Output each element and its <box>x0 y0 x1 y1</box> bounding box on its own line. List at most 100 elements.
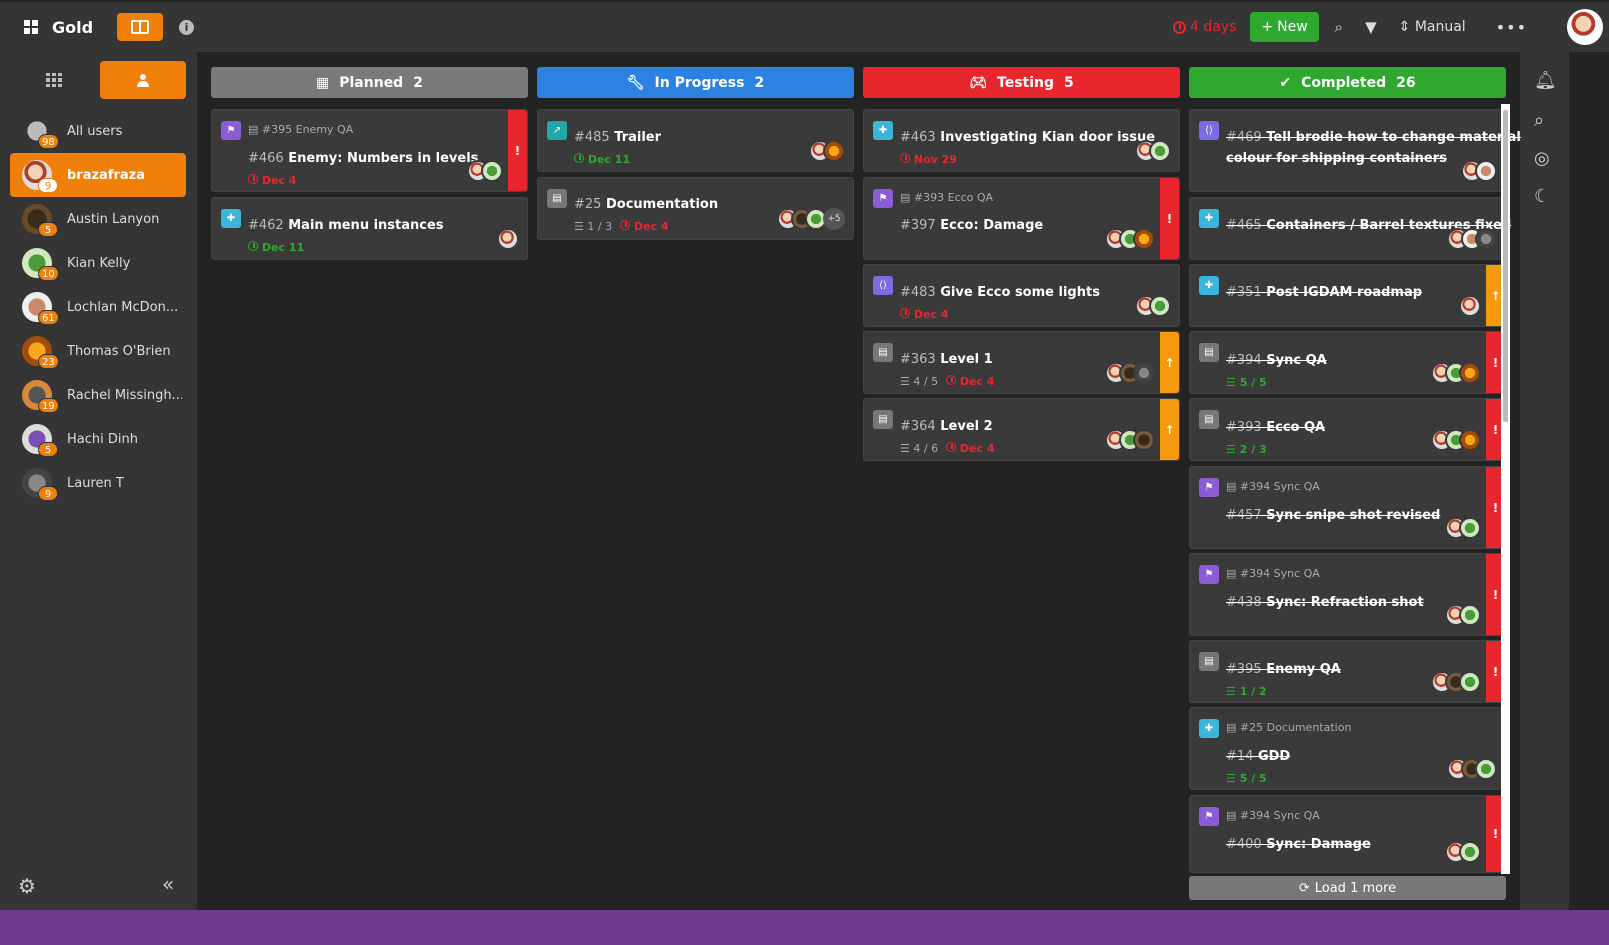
help-lifebuoy-icon[interactable]: ◎ <box>1534 148 1550 169</box>
completed-scrollbar[interactable] <box>1501 104 1510 874</box>
sidebar-user-item[interactable]: 9 Lauren T <box>10 461 186 505</box>
parent-task-link[interactable]: ▤ #394 Sync QA <box>1226 480 1320 493</box>
task-title[interactable]: #25 Documentation <box>574 197 718 212</box>
assignee-avatar[interactable] <box>1459 671 1481 693</box>
warning-flag[interactable]: ! <box>508 110 527 191</box>
sidebar-user-item[interactable]: 19 Rachel Missingh... <box>10 373 186 417</box>
task-card[interactable]: ✚ ▤ #25 Documentation #14 GDD ☰ 5 / 5 <box>1189 707 1506 790</box>
project-title[interactable]: Gold <box>52 18 93 37</box>
assignee-avatar[interactable] <box>1133 362 1155 384</box>
priority-up-flag[interactable]: ↑ <box>1160 332 1179 393</box>
sidebar-user-item[interactable]: 10 Kian Kelly <box>10 241 186 285</box>
task-card[interactable]: ▤ #25 Documentation ☰ 1 / 3 Dec 4 +5 <box>537 177 854 240</box>
column-header[interactable]: 🎮︎ Testing 5 <box>863 67 1180 98</box>
sidebar-user-item[interactable]: 5 Hachi Dinh <box>10 417 186 461</box>
load-more-button[interactable]: ⟳ Load 1 more <box>1189 876 1506 900</box>
info-icon[interactable]: i <box>179 19 195 35</box>
task-title[interactable]: #483 Give Ecco some lights <box>900 285 1100 300</box>
task-title[interactable]: #397 Ecco: Damage <box>900 218 1043 233</box>
assignee-avatar[interactable] <box>1475 228 1497 250</box>
more-options-icon[interactable]: ••• <box>1496 18 1527 37</box>
task-title[interactable]: #351 Post IGDAM roadmap <box>1226 285 1422 300</box>
warning-flag[interactable]: ! <box>1160 178 1179 259</box>
task-title[interactable]: #463 Investigating Kian door issue <box>900 130 1155 145</box>
task-card[interactable]: ⚑ ▤ #394 Sync QA #457 Sync snipe shot revi… <box>1189 466 1506 549</box>
task-card[interactable]: ✚ #463 Investigating Kian door issue Nov … <box>863 109 1180 172</box>
tab-categories[interactable] <box>10 61 98 99</box>
task-card[interactable]: ✚ #465 Containers / Barrel textures fixed <box>1189 197 1511 260</box>
parent-task-link[interactable]: ▤ #394 Sync QA <box>1226 809 1320 822</box>
assignee-avatar[interactable] <box>1133 228 1155 250</box>
task-card[interactable]: ▤ #363 Level 1 ☰ 4 / 5 Dec 4 ↑ <box>863 331 1180 394</box>
task-card[interactable]: ▤ #393 Ecco QA ☰ 2 / 3! <box>1189 398 1506 461</box>
task-title[interactable]: #395 Enemy QA <box>1226 662 1341 677</box>
sidebar-user-item[interactable]: 5 Austin Lanyon <box>10 197 186 241</box>
parent-task-link[interactable]: ▤ #394 Sync QA <box>1226 567 1320 580</box>
settings-gear-icon[interactable]: ⚙ <box>18 874 36 898</box>
assignee-avatar[interactable] <box>1149 295 1171 317</box>
sidebar-user-item[interactable]: 61 Lochlan McDon... <box>10 285 186 329</box>
assignee-avatar[interactable] <box>1475 160 1497 182</box>
search-icon[interactable]: ⌕ <box>1534 110 1544 131</box>
column-header[interactable]: 🔧︎ In Progress 2 <box>537 67 854 98</box>
apps-grid-icon[interactable] <box>24 20 38 34</box>
task-card[interactable]: ▤ #395 Enemy QA ☰ 1 / 2! <box>1189 640 1506 703</box>
task-card[interactable]: ▤ #394 Sync QA ☰ 5 / 5! <box>1189 331 1506 394</box>
assignee-avatar[interactable] <box>1459 604 1481 626</box>
more-assignees-badge[interactable]: +5 <box>823 208 845 230</box>
task-title[interactable]: #466 Enemy: Numbers in levels <box>248 151 478 166</box>
assignee-avatar[interactable] <box>823 140 845 162</box>
column-header[interactable]: ✔ Completed 26 <box>1189 67 1506 98</box>
assignee-avatar[interactable] <box>1459 295 1481 317</box>
column-header[interactable]: ▦ Planned 2 <box>211 67 528 98</box>
parent-task-link[interactable]: ▤ #393 Ecco QA <box>900 191 993 204</box>
priority-up-flag[interactable]: ↑ <box>1160 399 1179 460</box>
task-title[interactable]: #485 Trailer <box>574 130 661 145</box>
sidebar-user-item[interactable]: 23 Thomas O'Brien <box>10 329 186 373</box>
parent-task-link[interactable]: ▤ #395 Enemy QA <box>248 123 353 136</box>
bell-icon[interactable]: 🔔︎ <box>1534 70 1557 91</box>
task-title[interactable]: #364 Level 2 <box>900 419 993 434</box>
task-card[interactable]: ⚑ ▤ #394 Sync QA #400 Sync: Damage! <box>1189 795 1506 873</box>
assignee-avatar[interactable] <box>1475 758 1497 780</box>
task-card[interactable]: ↗ #485 Trailer Dec 11 <box>537 109 854 172</box>
assignee-avatar[interactable] <box>1459 362 1481 384</box>
task-title[interactable]: #394 Sync QA <box>1226 353 1327 368</box>
deadline-indicator[interactable]: 4 days <box>1172 19 1236 35</box>
sidebar-user-item[interactable]: 9 brazafraza <box>10 153 186 197</box>
task-card[interactable]: ⟨⟩ #469 Tell brodie how to change materia… <box>1189 109 1521 192</box>
user-avatar[interactable] <box>1567 9 1603 45</box>
task-title[interactable]: #393 Ecco QA <box>1226 420 1325 435</box>
task-card[interactable]: ⚑ ▤ #394 Sync QA #438 Sync: Refraction sho… <box>1189 553 1506 636</box>
assignee-avatar[interactable] <box>1459 429 1481 451</box>
filter-icon[interactable]: ▼ <box>1365 18 1377 36</box>
task-title[interactable]: #363 Level 1 <box>900 352 993 367</box>
task-title[interactable]: #438 Sync: Refraction shot <box>1226 595 1424 610</box>
task-card[interactable]: ✚ #462 Main menu instances Dec 11 <box>211 197 528 260</box>
task-card[interactable]: ▤ #364 Level 2 ☰ 4 / 6 Dec 4 ↑ <box>863 398 1180 461</box>
tab-users[interactable] <box>100 61 186 99</box>
assignee-avatar[interactable] <box>1459 841 1481 863</box>
task-card[interactable]: ⟨⟩ #483 Give Ecco some lights Dec 4 <box>863 264 1180 327</box>
task-title[interactable]: #457 Sync snipe shot revised <box>1226 508 1440 523</box>
sidebar-user-item[interactable]: 98 All users <box>10 109 186 153</box>
task-card[interactable]: ⚑ ▤ #393 Ecco QA #397 Ecco: Damage! <box>863 177 1180 260</box>
board-view-button[interactable] <box>117 13 164 41</box>
task-card[interactable]: ⚑ ▤ #395 Enemy QA #466 Enemy: Numbers in l… <box>211 109 528 192</box>
assignee-avatar[interactable] <box>481 160 503 182</box>
task-title[interactable]: #400 Sync: Damage <box>1226 837 1371 852</box>
parent-task-link[interactable]: ▤ #25 Documentation <box>1226 721 1351 734</box>
assignee-avatar[interactable] <box>1149 140 1171 162</box>
assignee-avatar[interactable] <box>497 228 519 250</box>
assignee-avatar[interactable] <box>1459 517 1481 539</box>
collapse-sidebar-icon[interactable]: « <box>162 872 174 896</box>
assignee-avatar[interactable] <box>1133 429 1155 451</box>
new-task-button[interactable]: + New <box>1250 12 1319 42</box>
search-icon[interactable]: ⌕ <box>1335 18 1343 36</box>
sort-dropdown[interactable]: ⇕ Manual <box>1399 19 1466 35</box>
task-card[interactable]: ✚ #351 Post IGDAM roadmap ↑ <box>1189 264 1506 327</box>
task-title[interactable]: #14 GDD <box>1226 749 1290 764</box>
task-title[interactable]: #469 Tell brodie how to change material <box>1226 130 1521 145</box>
dark-mode-moon-icon[interactable]: ☾ <box>1534 186 1550 207</box>
task-title[interactable]: #462 Main menu instances <box>248 218 444 233</box>
